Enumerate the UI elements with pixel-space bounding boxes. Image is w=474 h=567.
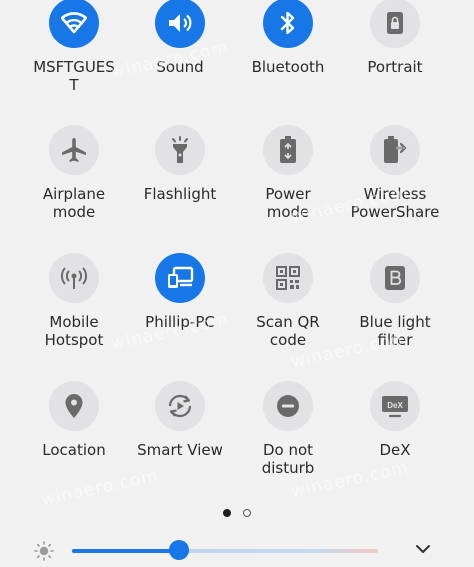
tile-bluetooth[interactable]: Bluetooth [229,0,347,76]
tile-portrait-label: Portrait [367,58,423,76]
tile-wireless-powershare-button[interactable] [370,125,420,175]
hotspot-icon [61,267,87,289]
dex-icon: DeX [382,396,408,418]
tile-phillip-pc-label: Phillip-PC [145,313,215,331]
wifi-icon [61,12,87,34]
tile-airplane-mode-label: Airplane mode [42,185,106,221]
tile-do-not-disturb-label: Do not disturb [261,441,315,477]
tile-smart-view-button[interactable] [155,381,205,431]
tile-location-button[interactable] [49,381,99,431]
blue-light-filter-icon [385,266,405,290]
tile-wireless-powershare[interactable]: Wireless PowerShare [336,125,454,221]
tile-phillip-pc[interactable]: Phillip-PC [121,253,239,331]
tile-location-label: Location [42,441,106,459]
tile-sound[interactable]: Sound [121,0,239,76]
quick-settings-panel: MSFTGUES T Sound Bluetooth Portrait Airp… [0,0,474,567]
tile-dex-label: DeX [379,441,411,459]
tile-mobile-hotspot-button[interactable] [49,253,99,303]
page-dot-1[interactable] [223,509,231,517]
tile-airplane-mode-button[interactable] [49,125,99,175]
wireless-powershare-icon [384,136,407,163]
tile-scan-qr-code-button[interactable] [263,253,313,303]
qr-code-icon [276,266,300,290]
chevron-down-icon[interactable] [414,542,432,556]
tile-power-mode[interactable]: Power mode [229,125,347,221]
tile-portrait-button[interactable] [370,0,420,48]
sound-icon [169,14,192,32]
tile-phillip-pc-button[interactable] [155,253,205,303]
watermark: winaero.com [39,465,161,511]
tile-smart-view-label: Smart View [137,441,223,459]
smart-view-icon [168,394,192,418]
power-mode-icon [280,136,296,163]
page-dot-2[interactable] [243,509,251,517]
dex-badge-text: DeX [387,401,403,410]
tile-dex[interactable]: DeX DeX [336,381,454,459]
tile-bluetooth-label: Bluetooth [251,58,325,76]
do-not-disturb-icon [277,395,299,417]
tile-scan-qr-code-label: Scan QR code [256,313,320,349]
tile-flashlight-label: Flashlight [143,185,217,203]
tile-blue-light-filter-label: Blue light filter [359,313,431,349]
tile-do-not-disturb-button[interactable] [263,381,313,431]
tile-bluetooth-button[interactable] [263,0,313,48]
tile-wifi-button[interactable] [49,0,99,48]
tile-do-not-disturb[interactable]: Do not disturb [229,381,347,477]
tile-sound-label: Sound [156,58,204,76]
location-icon [65,394,83,418]
tile-power-mode-button[interactable] [263,125,313,175]
airplane-icon [62,138,86,162]
devices-icon [168,266,194,288]
tile-mobile-hotspot[interactable]: Mobile Hotspot [15,253,133,349]
tile-flashlight[interactable]: Flashlight [121,125,239,203]
tile-dex-button[interactable]: DeX [370,381,420,431]
tile-smart-view[interactable]: Smart View [121,381,239,459]
tile-scan-qr-code[interactable]: Scan QR code [229,253,347,349]
flashlight-icon [172,136,188,163]
brightness-icon [34,541,54,561]
page-indicator [0,509,474,517]
tile-blue-light-filter-button[interactable] [370,253,420,303]
tile-wireless-powershare-label: Wireless PowerShare [350,185,440,221]
tile-power-mode-label: Power mode [265,185,311,221]
brightness-bar [0,535,474,567]
tile-sound-button[interactable] [155,0,205,48]
tile-blue-light-filter[interactable]: Blue light filter [336,253,454,349]
tile-location[interactable]: Location [15,381,133,459]
tile-wifi-label: MSFTGUES T [33,58,115,94]
brightness-slider-thumb[interactable] [169,540,190,560]
tile-portrait[interactable]: Portrait [336,0,454,76]
bluetooth-icon [280,11,295,35]
brightness-fill [72,549,180,553]
tile-wifi[interactable]: MSFTGUES T [15,0,133,94]
tile-mobile-hotspot-label: Mobile Hotspot [44,313,104,349]
portrait-lock-icon [387,12,403,34]
tile-flashlight-button[interactable] [155,125,205,175]
tile-airplane-mode[interactable]: Airplane mode [15,125,133,221]
